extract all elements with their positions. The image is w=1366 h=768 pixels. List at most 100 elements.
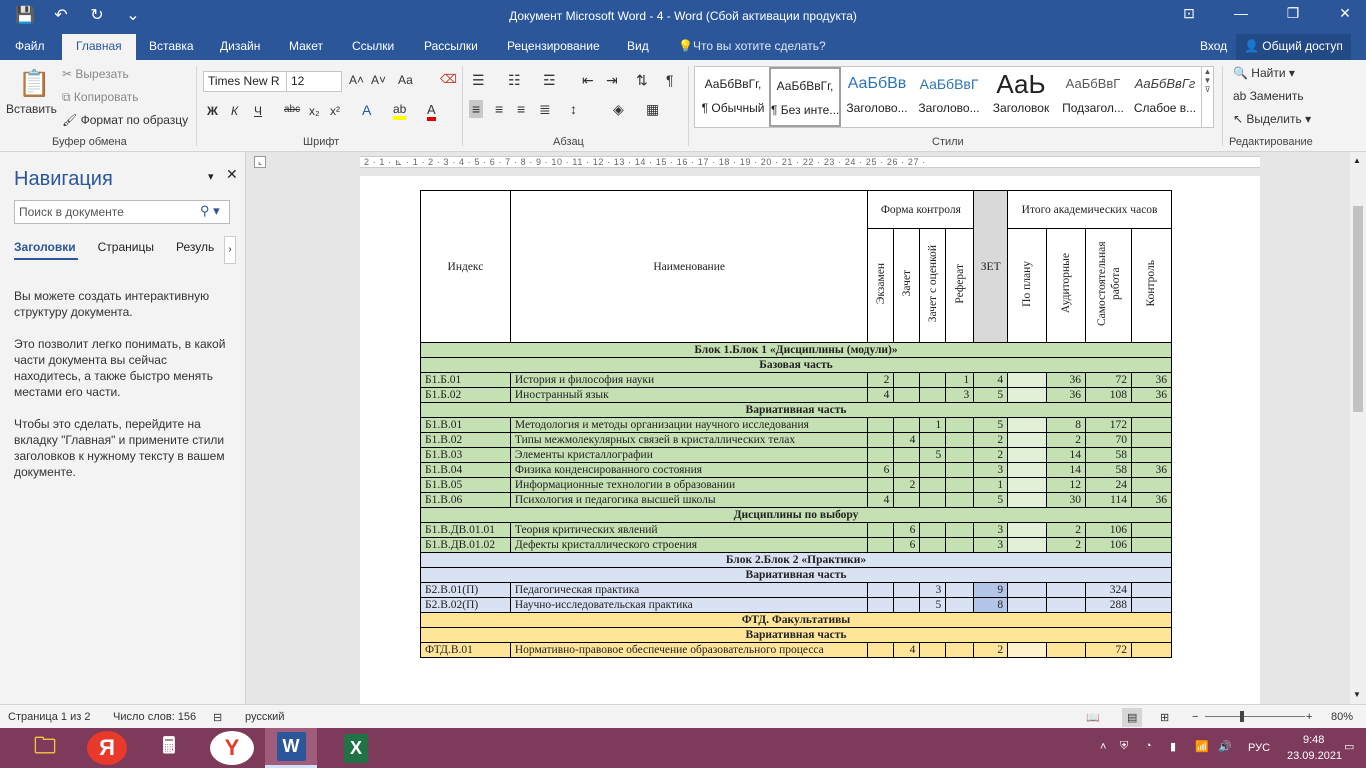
highlight-icon[interactable]: ab [393,102,407,120]
replace-button[interactable]: ab Заменить [1233,89,1304,103]
tab-references[interactable]: Ссылки [352,39,394,53]
paste-button[interactable]: Вставить [6,102,57,116]
paste-icon[interactable]: 📋 [18,68,50,99]
style-no-spacing[interactable]: АаБбВвГг, ¶ Без инте... [769,67,841,127]
styles-scroll[interactable]: ▲ ▼ ⊽ [1201,67,1213,127]
close-icon[interactable]: ✕ [1334,5,1356,22]
nav-tab-pages[interactable]: Страницы [98,240,154,254]
copy-button[interactable]: ⧉ Копировать [62,90,139,105]
clear-format-icon[interactable]: ⌫ [440,72,457,86]
nav-tab-scroll-icon[interactable]: › [224,236,236,264]
clock-time[interactable]: 9:48 [1303,734,1324,746]
language-status[interactable]: русский [245,711,284,723]
tab-design[interactable]: Дизайн [220,39,260,53]
ribbon-display-icon[interactable]: ⊡ [1178,5,1200,22]
tab-mailings[interactable]: Рассылки [424,39,478,53]
antivirus-icon[interactable]: ⛨ [1120,740,1128,753]
text-effects-icon[interactable]: A [362,102,371,118]
search-icon[interactable]: ⚲ ▾ [200,203,220,219]
style-title[interactable]: АаЬ Заголовок [985,67,1057,127]
style-heading1[interactable]: АаБбВв Заголово... [841,67,913,127]
page-count[interactable]: Страница 1 из 2 [8,711,90,723]
grow-font-button[interactable]: A˄ [349,73,364,87]
zoom-level[interactable]: 80% [1331,711,1353,723]
line-spacing-icon[interactable]: ↕ [570,101,577,117]
print-layout-icon[interactable]: ▤ [1122,708,1143,727]
find-button[interactable]: 🔍 Найти ▾ [1233,66,1295,80]
proofing-icon[interactable]: ⊟ [213,711,222,724]
input-language[interactable]: РУС [1248,742,1270,754]
shrink-font-button[interactable]: A˅ [371,73,386,87]
zoom-out-icon[interactable]: − [1192,711,1198,723]
increase-indent-icon[interactable]: ⇥ [606,72,618,89]
word-taskbar-icon[interactable]: W [265,728,317,768]
zoom-slider-thumb[interactable] [1240,711,1244,722]
network-icon[interactable]: 📶 [1195,740,1209,753]
style-heading2[interactable]: АаБбВвГ Заголово... [913,67,985,127]
excel-taskbar-icon[interactable]: X [333,731,379,765]
sign-in-link[interactable]: Вход [1200,39,1227,53]
tab-insert[interactable]: Вставка [149,39,194,53]
volume-icon[interactable]: 🔊 [1218,740,1232,753]
tab-layout[interactable]: Макет [289,39,323,53]
calculator-icon[interactable]: 🖩 [146,731,192,765]
yandex-browser-icon[interactable]: Y [210,731,254,765]
zoom-in-icon[interactable]: + [1306,711,1312,723]
scrollbar-thumb[interactable] [1353,206,1363,412]
font-color-icon[interactable]: A [427,102,436,121]
word-count[interactable]: Число слов: 156 [113,711,196,723]
style-subtle-emphasis[interactable]: АаБбВвГг Слабое в... [1129,67,1201,127]
vertical-scrollbar[interactable]: ▲ ▼ [1350,152,1366,704]
justify-icon[interactable]: ≣ [539,101,551,118]
scroll-up-icon[interactable]: ▲ [1353,156,1361,165]
nav-tab-results[interactable]: Резуль [176,240,214,254]
nav-tab-headings[interactable]: Заголовки [14,240,76,254]
tab-file[interactable]: Файл [15,39,45,53]
format-painter-button[interactable]: 🖌 Формат по образцу [62,113,188,127]
underline-button[interactable]: Ч [254,104,262,118]
clock-date[interactable]: 23.09.2021 [1287,750,1342,762]
web-layout-icon[interactable]: ⊞ [1160,711,1169,724]
horizontal-ruler[interactable]: ⌞ 2 · 1 · ⊾ · 1 · 2 · 3 · 4 · 5 · 6 · 7 … [246,152,1350,172]
nav-search-input[interactable]: Поиск в документе [14,200,230,224]
scroll-down-icon[interactable]: ▼ [1353,690,1361,699]
cut-button[interactable]: ✂ Вырезать [62,67,129,81]
shading-icon[interactable]: ◈ [613,101,624,118]
sort-icon[interactable]: ⇅ [636,72,648,89]
tab-selector-icon[interactable]: ⌞ [254,156,266,168]
numbering-icon[interactable]: ☷ [508,72,521,89]
strike-button[interactable]: abc [284,104,300,115]
yandex-icon[interactable]: Я [87,731,127,765]
tab-review[interactable]: Рецензирование [507,39,600,53]
bullets-icon[interactable]: ☰ [472,72,485,89]
align-left-icon[interactable]: ≡ [469,100,484,118]
italic-button[interactable]: К [231,104,238,118]
font-size-select[interactable]: 12 [286,71,342,92]
decrease-indent-icon[interactable]: ⇤ [582,72,594,89]
share-button[interactable]: 👤 Общий доступ [1236,34,1351,60]
read-mode-icon[interactable]: 📖 [1086,711,1100,724]
subscript-button[interactable]: x₂ [309,104,320,118]
restore-icon[interactable]: ❐ [1282,5,1304,22]
borders-icon[interactable]: ▦ [646,101,659,118]
style-subtitle[interactable]: АаБбВвГ Подзагол... [1057,67,1129,127]
align-center-icon[interactable]: ≡ [495,101,503,117]
multilevel-list-icon[interactable]: ☲ [543,72,556,89]
zoom-slider[interactable] [1205,716,1305,717]
pilcrow-icon[interactable]: ¶ [666,72,674,88]
align-right-icon[interactable]: ≡ [517,101,525,117]
tab-home[interactable]: Главная [62,34,136,60]
superscript-button[interactable]: x² [330,104,340,118]
notifications-icon[interactable]: ▭ [1344,740,1354,753]
minimize-icon[interactable]: — [1230,5,1252,22]
tray-chevron-icon[interactable]: ˄ [1100,741,1106,753]
tell-me-input[interactable]: Что вы хотите сделать? [693,39,826,53]
font-name-select[interactable]: Times New R [203,71,287,92]
style-normal[interactable]: АаБбВвГг, ¶ Обычный [697,67,769,127]
tab-view[interactable]: Вид [627,39,649,53]
change-case-button[interactable]: Аа [398,73,413,87]
battery-icon[interactable]: ▮ [1170,740,1176,753]
select-button[interactable]: ↖ Выделить ▾ [1233,112,1311,126]
nav-close-icon[interactable]: ✕ [226,166,238,183]
speed-icon[interactable]: ◔ [1145,740,1152,752]
